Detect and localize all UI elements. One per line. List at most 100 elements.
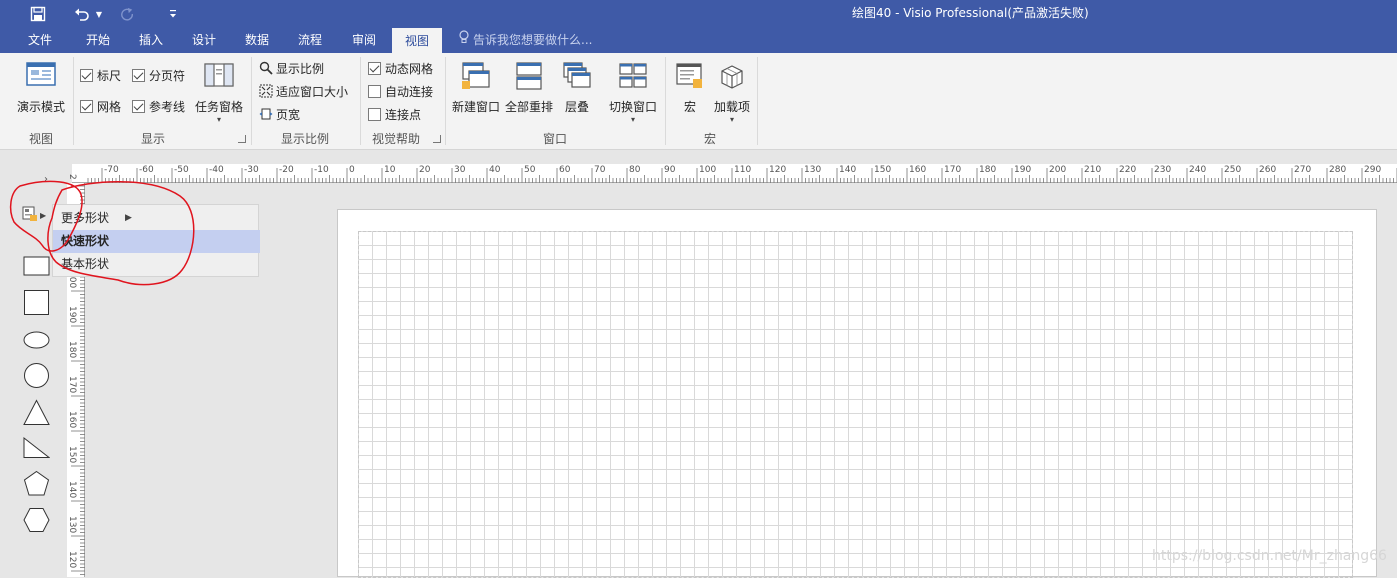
autoconnect-label: 自动连接 bbox=[385, 84, 434, 99]
group-separator bbox=[757, 57, 758, 145]
expand-shapes-chevron-icon[interactable]: › bbox=[44, 174, 48, 185]
cascade-button[interactable]: 层叠 bbox=[556, 57, 598, 127]
switch-windows-label: 切换窗口 bbox=[608, 100, 657, 114]
page-breaks-checkbox-box bbox=[132, 68, 145, 82]
ruler-label: 70 bbox=[594, 165, 606, 175]
connection-points-label: 连接点 bbox=[385, 107, 422, 122]
menu-item-more-shapes[interactable]: 更多形状 ▶ bbox=[53, 207, 260, 230]
autoconnect-checkbox-box bbox=[368, 84, 381, 98]
ruler-label: 130 bbox=[67, 516, 77, 534]
ruler-label: 190 bbox=[67, 306, 77, 324]
fit-to-window-button[interactable]: 适应窗口大小 bbox=[258, 82, 348, 100]
ruler-label: 220 bbox=[1119, 165, 1137, 175]
switch-windows-button[interactable]: 切换窗口 ▾ bbox=[605, 57, 661, 127]
tab-view[interactable]: 视图 bbox=[392, 28, 442, 53]
menu-item-basic-shapes[interactable]: 基本形状 bbox=[53, 253, 260, 276]
undo-dropdown-icon[interactable]: ▼ bbox=[94, 3, 104, 25]
shapes-menu-button[interactable]: ▶ bbox=[22, 206, 52, 224]
ruler-checkbox[interactable]: 标尺 bbox=[80, 66, 121, 84]
group-label-show: 显示 bbox=[140, 132, 165, 146]
drawing-page[interactable] bbox=[337, 209, 1377, 578]
ruler-label: -60 bbox=[139, 165, 154, 175]
autoconnect-checkbox[interactable]: 自动连接 bbox=[368, 82, 433, 100]
task-panes-button[interactable]: 任务窗格 ▾ bbox=[192, 57, 246, 127]
tell-me-search[interactable]: 告诉我您想要做什么... bbox=[458, 28, 592, 53]
customize-quick-access-icon[interactable] bbox=[165, 3, 181, 25]
task-panes-dropdown-icon: ▾ bbox=[216, 115, 221, 124]
horizontal-ruler[interactable]: -70 -60 -50 -40 -30 -20 -10 0 10 20 30 40 50 60 70 80 90… bbox=[72, 164, 1397, 183]
ruler-label: 150 bbox=[67, 446, 77, 464]
tab-data[interactable]: 数据 bbox=[232, 28, 282, 53]
quick-shape-right-triangle[interactable] bbox=[23, 437, 50, 459]
undo-icon[interactable] bbox=[70, 3, 94, 25]
quick-shape-pentagon[interactable] bbox=[23, 470, 50, 497]
show-dialog-launcher-icon[interactable] bbox=[238, 135, 246, 143]
arrange-all-label: 全部重排 bbox=[504, 100, 553, 114]
tab-review[interactable]: 审阅 bbox=[338, 28, 390, 53]
ruler-label: 190 bbox=[1014, 165, 1032, 175]
redo-icon bbox=[116, 3, 138, 25]
ruler-label: 30 bbox=[454, 165, 466, 175]
guides-checkbox-box bbox=[132, 99, 145, 113]
group-label-zoom: 显示比例 bbox=[280, 132, 329, 146]
arrange-all-button[interactable]: 全部重排 bbox=[503, 57, 555, 127]
ruler-label: 290 bbox=[1364, 165, 1382, 175]
quick-shape-hexagon[interactable] bbox=[23, 507, 50, 533]
page-width-button[interactable]: 页宽 bbox=[258, 105, 300, 123]
ruler-label: 2 bbox=[67, 174, 77, 180]
new-window-button[interactable]: 新建窗口 bbox=[450, 57, 502, 127]
tab-process[interactable]: 流程 bbox=[285, 28, 335, 53]
ruler-label: 270 bbox=[1294, 165, 1312, 175]
ruler-label: 200 bbox=[1049, 165, 1067, 175]
ruler-label: 130 bbox=[804, 165, 822, 175]
ruler-label: 50 bbox=[524, 165, 536, 175]
new-window-label: 新建窗口 bbox=[451, 100, 500, 114]
group-separator bbox=[73, 57, 74, 145]
ruler-label: 10 bbox=[384, 165, 396, 175]
group-label-macros: 宏 bbox=[703, 132, 716, 146]
macros-label: 宏 bbox=[683, 100, 696, 114]
tab-file[interactable]: 文件 bbox=[15, 28, 65, 53]
dynamic-grid-checkbox[interactable]: 动态网格 bbox=[368, 59, 433, 77]
presentation-mode-label: 演示模式 bbox=[16, 100, 65, 114]
ruler-label: 170 bbox=[944, 165, 962, 175]
ruler-label: 100 bbox=[699, 165, 717, 175]
macros-button[interactable]: 宏 bbox=[670, 57, 710, 127]
visual-aids-dialog-launcher-icon[interactable] bbox=[433, 135, 441, 143]
ruler-label: 260 bbox=[1259, 165, 1277, 175]
quick-shape-square[interactable] bbox=[23, 289, 50, 316]
quick-shape-triangle[interactable] bbox=[23, 399, 50, 426]
quick-shape-ellipse[interactable] bbox=[23, 330, 50, 350]
quick-shape-rectangle[interactable] bbox=[23, 255, 50, 277]
tell-me-placeholder: 告诉我您想要做什么... bbox=[473, 33, 593, 47]
tab-insert[interactable]: 插入 bbox=[126, 28, 176, 53]
page-width-icon bbox=[258, 106, 274, 122]
ruler-label: 80 bbox=[629, 165, 641, 175]
group-label-views: 视图 bbox=[28, 132, 53, 146]
menu-item-quick-shapes[interactable]: 快速形状 bbox=[53, 230, 260, 253]
add-ins-button[interactable]: 加载项 ▾ bbox=[710, 57, 754, 127]
save-icon[interactable] bbox=[26, 3, 50, 25]
ruler-label: 250 bbox=[1224, 165, 1242, 175]
shapes-menu-arrow-icon: ▶ bbox=[40, 210, 47, 220]
tab-design[interactable]: 设计 bbox=[179, 28, 229, 53]
ruler-label: -30 bbox=[244, 165, 259, 175]
ruler-label: 标尺 bbox=[97, 68, 122, 83]
dynamic-grid-checkbox-box bbox=[368, 61, 381, 75]
connection-points-checkbox[interactable]: 连接点 bbox=[368, 105, 421, 123]
submenu-arrow-icon: ▶ bbox=[125, 213, 132, 223]
ruler-label: 120 bbox=[769, 165, 787, 175]
grid-checkbox-box bbox=[80, 99, 93, 113]
guides-label: 参考线 bbox=[149, 99, 186, 114]
add-ins-dropdown-icon: ▾ bbox=[729, 115, 734, 124]
tab-home[interactable]: 开始 bbox=[73, 28, 123, 53]
quick-shape-circle[interactable] bbox=[23, 362, 50, 389]
guides-checkbox[interactable]: 参考线 bbox=[132, 97, 185, 115]
connection-points-checkbox-box bbox=[368, 107, 381, 121]
page-breaks-checkbox[interactable]: 分页符 bbox=[132, 66, 185, 84]
zoom-button[interactable]: 显示比例 bbox=[258, 59, 324, 77]
presentation-mode-button[interactable]: 演示模式 bbox=[12, 57, 70, 127]
ruler-label: 160 bbox=[909, 165, 927, 175]
grid-checkbox[interactable]: 网格 bbox=[80, 97, 121, 115]
ruler-label: 160 bbox=[67, 411, 77, 429]
